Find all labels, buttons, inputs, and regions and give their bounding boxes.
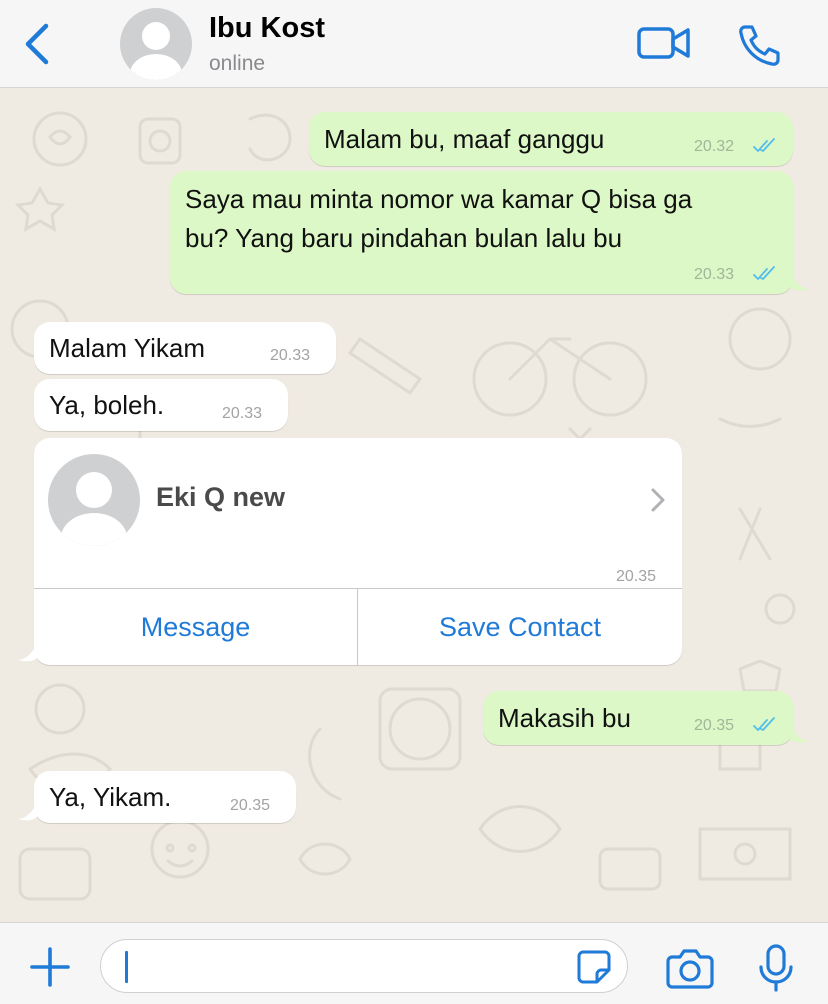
phone-icon xyxy=(739,25,780,66)
message-text: Ya, Yikam. xyxy=(49,782,172,812)
default-avatar-icon xyxy=(130,22,182,80)
message-time: 20.33 xyxy=(270,347,311,364)
contact-card-message[interactable]: Eki Q new 20.35 Message Save Contact xyxy=(34,438,682,665)
message-text-line: Saya mau minta nomor wa kamar Q bisa ga xyxy=(185,184,693,214)
microphone-icon xyxy=(759,944,793,992)
video-call-button[interactable] xyxy=(636,22,692,64)
read-ticks-icon xyxy=(753,717,775,731)
bubble-tail xyxy=(790,723,810,743)
contact-name[interactable]: Ibu Kost xyxy=(209,12,325,45)
message-input-box[interactable] xyxy=(100,939,628,993)
message-text: Malam Yikam xyxy=(49,333,206,363)
bubble-tail xyxy=(790,271,810,291)
shared-contact-avatar xyxy=(48,454,140,546)
message-bubble-outgoing[interactable]: Makasih bu 20.35 xyxy=(483,691,793,745)
message-time: 20.33 xyxy=(694,266,735,283)
chevron-left-icon xyxy=(25,23,49,65)
message-time: 20.33 xyxy=(222,405,263,422)
text-caret xyxy=(125,951,128,983)
message-input[interactable] xyxy=(135,948,565,986)
message-bubble-incoming[interactable]: Ya, Yikam. 20.35 xyxy=(34,771,296,823)
message-time: 20.35 xyxy=(694,717,735,734)
default-avatar-icon xyxy=(61,472,127,546)
voice-call-button[interactable] xyxy=(736,22,782,68)
message-bubble-incoming[interactable]: Malam Yikam 20.33 xyxy=(34,322,336,374)
bubble-tail xyxy=(17,642,37,662)
video-camera-icon xyxy=(637,27,690,59)
read-ticks-icon xyxy=(753,138,775,152)
chevron-right-icon xyxy=(651,488,665,512)
message-time: 20.35 xyxy=(230,797,271,814)
shared-contact-name: Eki Q new xyxy=(156,482,286,512)
message-text: Malam bu, maaf ganggu xyxy=(324,124,605,154)
read-ticks-icon xyxy=(753,266,775,280)
save-contact-button[interactable]: Save Contact xyxy=(358,589,682,665)
message-contact-button[interactable]: Message xyxy=(34,589,357,665)
message-text: Ya, boleh. xyxy=(49,390,165,420)
message-text: Makasih bu xyxy=(498,703,631,733)
camera-icon xyxy=(666,949,714,989)
bubble-tail xyxy=(17,801,37,821)
contact-status: online xyxy=(209,52,266,75)
sticker-icon xyxy=(577,950,611,984)
message-bubble-outgoing[interactable]: Saya mau minta nomor wa kamar Q bisa ga … xyxy=(170,171,793,294)
plus-icon xyxy=(30,947,70,987)
contact-card-header[interactable]: Eki Q new 20.35 xyxy=(34,438,682,588)
message-composer xyxy=(0,922,828,1004)
chat-area[interactable]: Malam bu, maaf ganggu 20.32 Saya mau min… xyxy=(0,89,828,922)
message-bubble-outgoing[interactable]: Malam bu, maaf ganggu 20.32 xyxy=(309,112,793,166)
message-time: 20.32 xyxy=(694,138,735,155)
message-bubble-incoming[interactable]: Ya, boleh. 20.33 xyxy=(34,379,288,431)
back-button[interactable] xyxy=(18,20,58,68)
message-text-line: bu? Yang baru pindahan bulan lalu bu xyxy=(185,223,623,253)
chat-header: Ibu Kost online xyxy=(0,0,828,88)
message-time: 20.35 xyxy=(616,568,657,585)
sticker-button[interactable] xyxy=(575,948,613,986)
camera-button[interactable] xyxy=(666,947,714,989)
attach-button[interactable] xyxy=(28,945,72,989)
voice-message-button[interactable] xyxy=(756,943,796,993)
contact-avatar[interactable] xyxy=(120,8,192,80)
